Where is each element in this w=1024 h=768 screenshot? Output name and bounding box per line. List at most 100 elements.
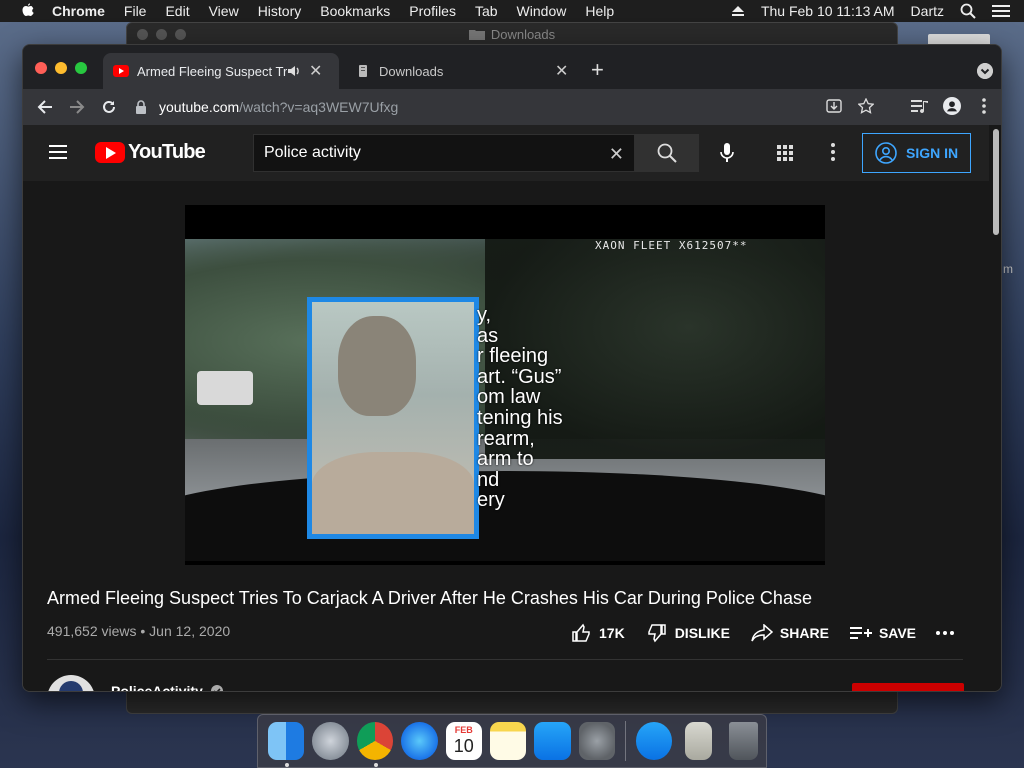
install-app-icon[interactable] [825, 97, 843, 115]
clear-search-icon[interactable]: ✕ [609, 144, 624, 165]
profile-avatar-icon[interactable] [943, 97, 961, 115]
close-window-button[interactable] [35, 62, 47, 74]
mugshot-image [307, 297, 479, 539]
page-scrollbar[interactable] [991, 129, 1001, 689]
game-emulator-icon[interactable] [685, 722, 713, 760]
section-divider [47, 659, 963, 660]
back-arrow-icon [37, 100, 52, 114]
audio-playing-icon[interactable] [287, 64, 301, 78]
menu-file[interactable]: File [124, 3, 147, 19]
more-horizontal-icon [936, 631, 955, 635]
sign-in-label: SIGN IN [906, 145, 959, 161]
video-frame: XAON FLEET X612507** y, as r fleeing art… [185, 239, 825, 561]
close-tab-icon[interactable]: ✕ [555, 61, 568, 81]
desktop-label-fragment: m [1003, 262, 1013, 276]
tab-downloads[interactable]: Downloads ✕ [345, 53, 581, 89]
video-player[interactable]: XAON FLEET X612507** y, as r fleeing art… [185, 205, 825, 565]
menu-history[interactable]: History [258, 3, 302, 19]
notes-icon[interactable] [489, 722, 527, 760]
settings-more-icon[interactable] [831, 143, 835, 161]
back-button[interactable] [35, 97, 55, 117]
menu-window[interactable]: Window [517, 3, 567, 19]
zoom-window-button[interactable] [75, 62, 87, 74]
macos-dock: FEB 10 [257, 714, 767, 768]
forward-arrow-icon [70, 100, 85, 114]
url-path: /watch?v=aq3WEW7Ufxg [239, 99, 399, 115]
menu-view[interactable]: View [209, 3, 239, 19]
menubar-clock[interactable]: Thu Feb 10 11:13 AM [761, 3, 895, 19]
mugshot-body [312, 452, 474, 534]
scrollbar-thumb[interactable] [993, 129, 999, 235]
channel-avatar[interactable] [47, 675, 95, 691]
dashcam-hud-text: XAON FLEET X612507** [595, 239, 748, 252]
chrome-icon[interactable] [356, 722, 394, 767]
microphone-icon [720, 143, 734, 162]
reload-button[interactable] [99, 97, 119, 117]
search-button[interactable] [635, 134, 699, 172]
lock-icon[interactable] [135, 100, 147, 114]
menu-help[interactable]: Help [585, 3, 614, 19]
background-window-title: Downloads [490, 26, 556, 42]
menu-profiles[interactable]: Profiles [409, 3, 456, 19]
share-arrow-icon [750, 621, 774, 645]
youtube-play-logo-icon [95, 142, 125, 163]
subscribe-button[interactable] [852, 683, 964, 691]
dock-separator [625, 721, 627, 761]
calendar-icon[interactable]: FEB 10 [445, 722, 482, 760]
launchpad-icon[interactable] [312, 722, 349, 760]
close-tab-icon[interactable]: ✕ [309, 61, 322, 81]
menu-bar: Chrome File Edit View History Bookmarks … [0, 0, 1024, 22]
dislike-button[interactable]: DISLIKE [645, 621, 730, 645]
hamburger-menu-icon[interactable] [49, 145, 67, 159]
apps-grid-icon[interactable] [777, 145, 793, 161]
eject-icon[interactable] [731, 5, 745, 17]
add-to-playlist-icon [849, 621, 873, 645]
voice-search-button[interactable] [715, 141, 739, 165]
new-tab-button[interactable]: + [591, 59, 604, 81]
tab-youtube-video[interactable]: Armed Fleeing Suspect Tri ✕ [103, 53, 339, 89]
system-preferences-icon[interactable] [578, 722, 616, 760]
youtube-logo[interactable]: YouTube [95, 141, 206, 164]
video-actions: 17K DISLIKE SHARE SAVE [569, 621, 974, 645]
share-button[interactable]: SHARE [750, 621, 829, 645]
menu-tab[interactable]: Tab [475, 3, 498, 19]
save-label: SAVE [878, 625, 917, 641]
bookmark-star-icon[interactable] [857, 97, 875, 115]
control-center-icon[interactable] [992, 4, 1010, 18]
reload-icon [103, 100, 115, 113]
channel-name[interactable]: PoliceActivity [111, 683, 223, 691]
background-window-controls [137, 29, 186, 40]
spotlight-search-icon[interactable] [960, 3, 976, 19]
sign-in-button[interactable]: SIGN IN [862, 133, 971, 173]
like-button[interactable]: 17K [569, 621, 625, 645]
menu-bookmarks[interactable]: Bookmarks [320, 3, 390, 19]
window-controls [35, 62, 87, 74]
video-overlay-text: y, as r fleeing art. “Gus” om law tening… [477, 304, 563, 512]
minimize-window-button[interactable] [55, 62, 67, 74]
chrome-menu-icon[interactable] [975, 97, 993, 115]
finder-icon[interactable] [268, 722, 305, 767]
forward-button[interactable] [67, 97, 87, 117]
menu-edit[interactable]: Edit [165, 3, 189, 19]
more-actions-button[interactable] [936, 631, 955, 635]
tab-search-icon[interactable] [977, 63, 993, 79]
search-input[interactable] [264, 144, 594, 162]
app-store-icon[interactable] [534, 722, 571, 760]
youtube-page: YouTube ✕ SIGN IN [23, 125, 1001, 691]
menubar-user[interactable]: Dartz [911, 3, 944, 19]
tab-title: Downloads [379, 63, 444, 79]
dislike-label: DISLIKE [674, 625, 730, 641]
video-meta: 491,652 views • Jun 12, 2020 [47, 623, 231, 639]
save-button[interactable]: SAVE [849, 621, 916, 645]
app-store-2-icon[interactable] [636, 722, 673, 760]
browser-toolbar: youtube.com/watch?v=aq3WEW7Ufxg [23, 89, 1001, 125]
media-controls-icon[interactable] [911, 97, 929, 115]
apple-icon[interactable] [18, 3, 38, 19]
trash-icon[interactable] [729, 722, 759, 760]
safari-icon[interactable] [401, 722, 438, 760]
verified-check-icon [210, 685, 223, 691]
youtube-masthead: YouTube ✕ SIGN IN [23, 125, 989, 181]
menu-app-name[interactable]: Chrome [52, 3, 105, 19]
mugshot-face [338, 316, 416, 416]
